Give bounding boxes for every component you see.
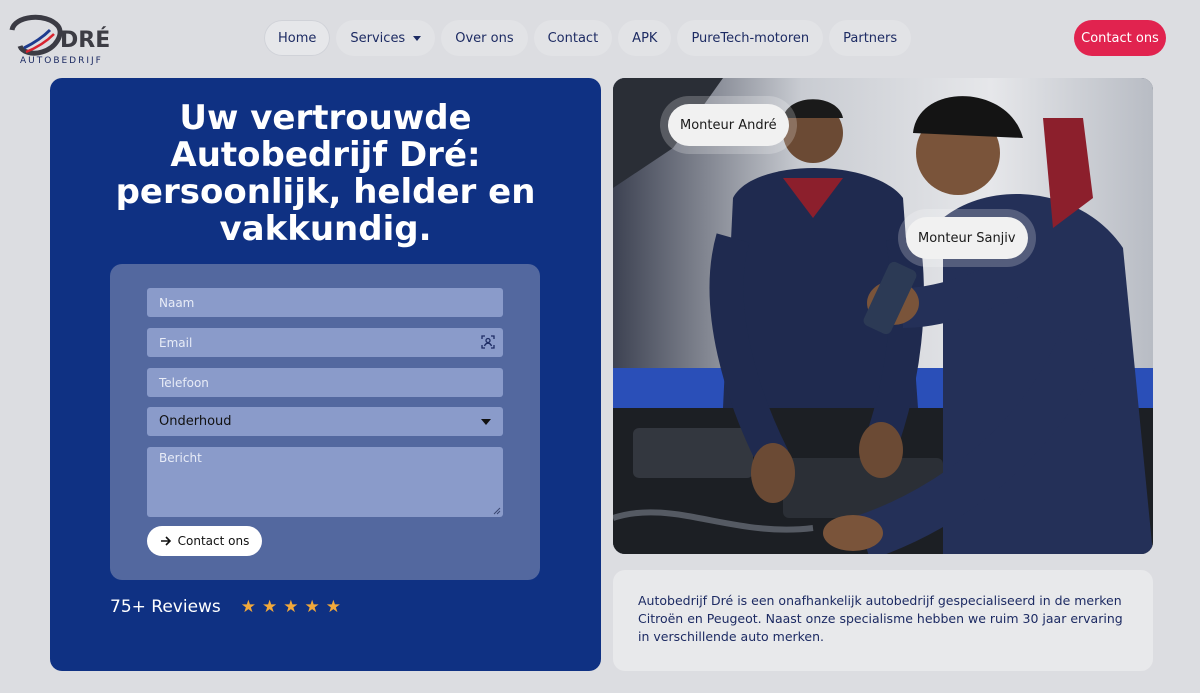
hero-title-line: vakkundig.	[219, 209, 432, 249]
star-icon: ★	[325, 596, 342, 617]
resize-handle-icon[interactable]	[493, 507, 501, 515]
nav-item-contact[interactable]: Contact	[533, 20, 613, 56]
star-icon: ★	[262, 596, 278, 617]
rating-stars: ★ ★ ★ ★ ★	[240, 596, 342, 617]
arrow-right-icon	[160, 536, 171, 546]
mechanics-illustration	[613, 78, 1153, 554]
nav-item-puretech[interactable]: PureTech-motoren	[677, 20, 824, 56]
nav-item-partners[interactable]: Partners	[829, 20, 912, 56]
nav-label: Services	[350, 30, 406, 46]
nav-label: Over ons	[455, 30, 514, 46]
service-select-value: Onderhoud	[159, 414, 232, 429]
submit-button[interactable]: Contact ons	[147, 526, 262, 556]
autofill-contact-icon[interactable]	[481, 335, 495, 349]
star-icon: ★	[304, 596, 320, 617]
hero-panel: Uw vertrouwde Autobedrijf Dré: persoonli…	[50, 78, 601, 671]
phone-placeholder: Telefoon	[159, 375, 209, 390]
nav-label: Partners	[843, 30, 898, 46]
message-field[interactable]: Bericht	[147, 447, 503, 517]
hero-title-line: persoonlijk, helder en	[115, 172, 536, 212]
header-contact-button[interactable]: Contact ons	[1074, 20, 1166, 56]
message-placeholder: Bericht	[159, 451, 202, 465]
nav-label: Home	[278, 30, 317, 46]
email-placeholder: Email	[159, 335, 193, 350]
hero-title: Uw vertrouwde Autobedrijf Dré: persoonli…	[70, 100, 581, 248]
service-select[interactable]: Onderhoud	[147, 407, 503, 436]
hero-title-line: Uw vertrouwde	[179, 98, 472, 138]
star-icon: ★	[283, 596, 299, 617]
chevron-down-icon	[481, 418, 491, 425]
tag-monteur-andre: Monteur André	[668, 104, 789, 146]
reviews-summary: 75+ Reviews ★ ★ ★ ★ ★	[110, 596, 341, 618]
email-field[interactable]: Email	[147, 328, 503, 357]
site-header: DRÉ AUTOBEDRIJF Home Services Over ons C…	[0, 0, 1200, 76]
name-placeholder: Naam	[159, 295, 195, 310]
logo-wordmark: DRÉ	[60, 28, 111, 53]
nav-item-home[interactable]: Home	[264, 20, 331, 56]
about-box: Autobedrijf Dré is een onafhankelijk aut…	[613, 570, 1153, 671]
star-icon: ★	[240, 596, 257, 617]
nav-label: PureTech-motoren	[691, 30, 810, 46]
hero-title-line: Autobedrijf Dré:	[170, 135, 481, 175]
main-nav: Home Services Over ons Contact APK PureT…	[264, 20, 912, 56]
chevron-down-icon	[413, 35, 422, 41]
submit-label: Contact ons	[177, 534, 250, 548]
nav-label: APK	[632, 30, 658, 46]
logo[interactable]: DRÉ AUTOBEDRIJF	[6, 8, 110, 70]
nav-item-over-ons[interactable]: Over ons	[441, 20, 528, 56]
about-text: Autobedrijf Dré is een onafhankelijk aut…	[638, 593, 1123, 644]
name-field[interactable]: Naam	[147, 288, 503, 317]
contact-form: Naam Email Telefoon Onderhoud Bericht Co…	[110, 264, 540, 580]
tag-monteur-sanjiv: Monteur Sanjiv	[906, 217, 1028, 259]
nav-item-services[interactable]: Services	[336, 20, 436, 56]
logo-subtitle: AUTOBEDRIJF	[20, 56, 103, 66]
mechanics-photo: Monteur André Monteur Sanjiv	[613, 78, 1153, 554]
nav-item-apk[interactable]: APK	[618, 20, 672, 56]
reviews-count: 75+ Reviews	[110, 597, 221, 617]
nav-label: Contact	[547, 30, 599, 46]
phone-field[interactable]: Telefoon	[147, 368, 503, 397]
